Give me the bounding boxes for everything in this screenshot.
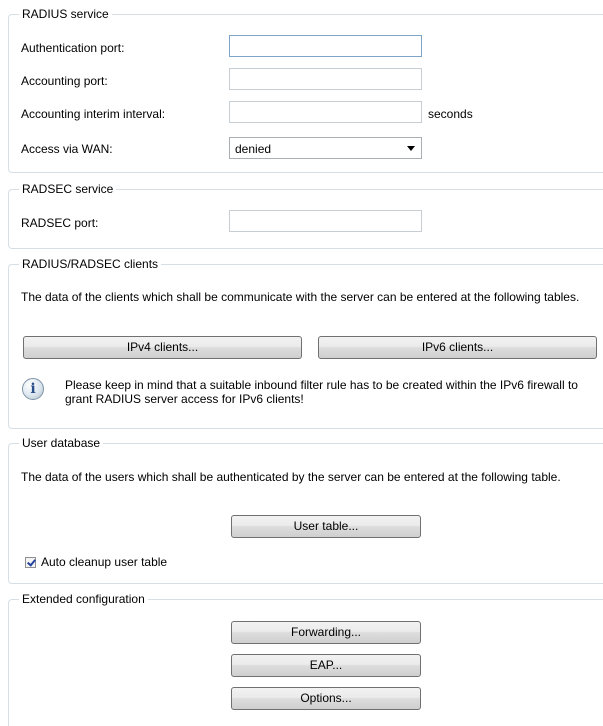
acct-port-label: Accounting port:	[21, 74, 108, 88]
wan-select[interactable]: denied	[229, 137, 422, 159]
auto-cleanup-checkbox[interactable]	[25, 557, 36, 568]
interim-label: Accounting interim interval:	[21, 107, 166, 121]
chevron-down-icon	[407, 146, 415, 151]
auth-port-input[interactable]	[229, 35, 422, 57]
extended-config-title: Extended configuration	[19, 591, 148, 607]
clients-title: RADIUS/RADSEC clients	[19, 256, 162, 272]
eap-button[interactable]: EAP...	[231, 654, 421, 677]
options-button[interactable]: Options...	[231, 687, 421, 710]
clients-description: The data of the clients which shall be c…	[21, 290, 580, 304]
radsec-port-input[interactable]	[229, 210, 422, 232]
ipv6-firewall-note: Please keep in mind that a suitable inbo…	[65, 378, 578, 406]
forwarding-button[interactable]: Forwarding...	[231, 621, 421, 644]
user-database-description: The data of the users which shall be aut…	[21, 470, 561, 484]
wan-label: Access via WAN:	[21, 142, 113, 156]
info-icon: i	[22, 378, 44, 400]
auth-port-label: Authentication port:	[21, 41, 125, 55]
radius-service-title: RADIUS service	[19, 6, 112, 22]
interim-unit: seconds	[428, 107, 473, 121]
ipv4-clients-button[interactable]: IPv4 clients...	[23, 336, 302, 359]
wan-select-value: denied	[235, 142, 272, 156]
acct-port-input[interactable]	[229, 68, 422, 90]
radsec-service-title: RADSEC service	[19, 181, 117, 197]
user-table-button[interactable]: User table...	[231, 515, 421, 538]
radsec-port-label: RADSEC port:	[21, 216, 99, 230]
ipv6-clients-button[interactable]: IPv6 clients...	[318, 336, 597, 359]
interim-input[interactable]	[229, 101, 422, 123]
auto-cleanup-label[interactable]: Auto cleanup user table	[41, 555, 167, 569]
user-database-title: User database	[19, 435, 104, 451]
